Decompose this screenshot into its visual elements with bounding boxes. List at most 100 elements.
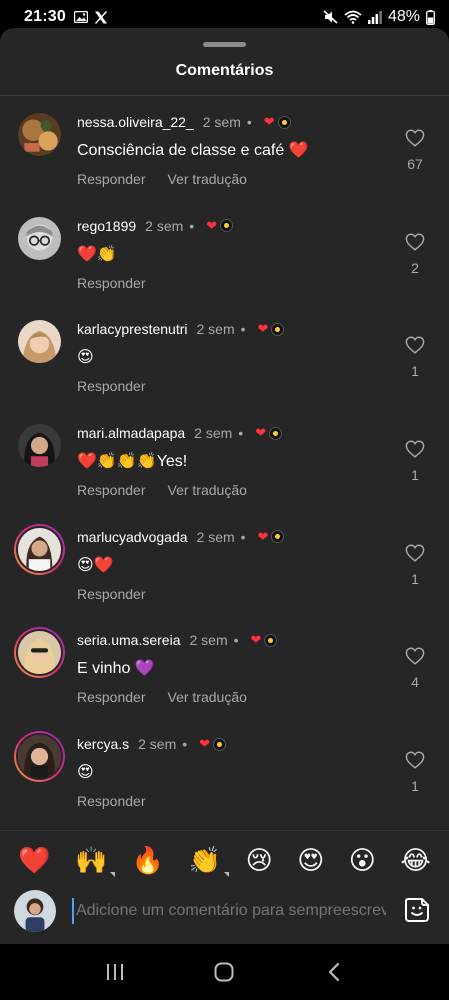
reply-button[interactable]: Responder [77,793,146,809]
comment-time: 2 sem [196,528,235,545]
reaction-heart[interactable]: ❤️ [18,847,50,873]
status-time: 21:30 [24,8,66,25]
avatar-story-ring[interactable] [14,523,65,575]
like-button[interactable]: 1 [403,544,427,587]
wifi-icon [344,10,362,24]
author-avatar-icon [277,115,291,129]
like-button[interactable]: 2 [403,233,427,276]
like-count: 1 [411,467,419,484]
heart-filled-icon: ❤ [263,114,275,129]
author-avatar-icon [271,530,285,544]
comment-username[interactable]: nessa.oliveira_22_ [77,114,194,130]
heart-outline-icon [405,129,425,147]
avatar[interactable] [18,113,61,156]
separator-dot: • [233,632,239,649]
comment-time: 2 sem [202,114,241,130]
liked-by-author: ❤ [264,114,291,130]
heart-filled-icon: ❤ [257,321,269,337]
avatar[interactable] [18,320,61,364]
like-count: 67 [407,156,423,172]
author-avatar-icon [271,322,285,336]
reaction-fire[interactable]: 🔥 [132,847,164,873]
sticker-icon[interactable] [403,896,431,924]
system-navigation-bar [0,944,449,1000]
mute-icon [323,10,338,24]
reaction-laughing[interactable]: 😂 [400,847,430,873]
like-count: 4 [411,674,419,691]
like-count: 1 [411,570,419,587]
liked-by-author: ❤ [199,736,227,752]
comment-item: mari.almadapapa 2 sem • ❤ ❤️👏👏👏Yes! Resp… [0,407,449,511]
author-avatar-icon [264,633,278,647]
x-icon [94,10,108,24]
heart-filled-icon: ❤ [199,736,211,752]
comment-username[interactable]: karlacyprestenutri [77,321,188,337]
reply-button[interactable]: Responder [77,586,146,602]
author-avatar-icon [213,737,227,751]
recent-apps-icon[interactable] [95,952,135,992]
avatar[interactable] [18,424,61,468]
comment-text: Consciência de classe e café ❤️ [77,142,309,159]
reply-button[interactable]: Responder [77,171,146,187]
author-avatar-icon [220,219,234,233]
home-icon[interactable] [204,952,244,992]
comment-input[interactable] [72,898,386,924]
like-count: 1 [411,778,419,795]
see-translation-button[interactable]: Ver tradução [168,482,247,498]
heart-outline-icon [405,233,425,251]
avatar[interactable] [18,216,61,260]
liked-by-author: ❤ [255,425,283,441]
comment-username[interactable]: rego1899 [77,218,136,234]
comments-sheet: Comentários nessa.oliveira_22_ 2 sem • ❤… [0,28,449,944]
like-button[interactable]: 4 [403,647,427,690]
sheet-grabber[interactable] [203,42,246,47]
comment-text: E vinho 💜 [77,660,155,678]
comment-username[interactable]: kercya.s [77,736,129,752]
heart-outline-icon [405,336,425,355]
reply-button[interactable]: Responder [77,482,146,498]
author-avatar-icon [269,426,283,440]
liked-by-author: ❤ [258,529,285,545]
heart-outline-icon [405,544,425,562]
reply-button[interactable]: Responder [77,689,146,705]
comment-text: ❤️👏👏👏Yes! [77,453,188,471]
separator-dot: • [240,321,246,338]
see-translation-button[interactable]: Ver tradução [168,171,247,187]
heart-filled-icon: ❤ [206,217,218,233]
reply-button[interactable]: Responder [77,378,146,394]
avatar-story-ring[interactable] [14,627,65,679]
signal-icon [367,10,382,24]
battery-icon [426,9,435,25]
heart-outline-icon [405,647,425,666]
separator-dot: • [238,425,244,442]
reaction-surprised[interactable]: 😮 [349,847,376,873]
comment-list[interactable]: nessa.oliveira_22_ 2 sem • ❤ Consciência… [0,96,449,822]
comment-username[interactable]: mari.almadapapa [77,425,185,441]
battery-percent: 48% [387,8,420,25]
separator-dot: • [189,217,195,234]
comment-item: seria.uma.sereia 2 sem • ❤ E vinho 💜 Res… [0,614,449,718]
comment-username[interactable]: marlucyadvogada [77,529,188,545]
like-button[interactable]: 1 [403,440,427,483]
reply-button[interactable]: Responder [77,275,146,291]
see-translation-button[interactable]: Ver tradução [168,689,247,705]
like-button[interactable]: 1 [403,336,427,379]
comment-username[interactable]: seria.uma.sereia [77,632,181,648]
liked-by-author: ❤ [206,217,234,234]
back-icon[interactable] [314,952,354,992]
skin-tone-indicator-icon [110,871,116,877]
avatar-story-ring[interactable] [14,731,65,783]
reaction-raised-hands[interactable]: 🙌 [75,847,116,877]
heart-filled-icon: ❤ [255,425,267,441]
like-button[interactable]: 67 [403,129,427,172]
comment-item: karlacyprestenutri 2 sem • ❤ 😍 Responder… [0,303,449,407]
comment-text: 😍 [77,764,94,782]
reaction-heart-eyes[interactable]: 😍 [297,847,324,873]
comment-text: 😍 [77,349,94,367]
reaction-clap[interactable]: 👏 [189,847,230,877]
reaction-crying[interactable]: 😢 [246,847,273,873]
comment-time: 2 sem [189,632,228,649]
heart-outline-icon [405,440,425,458]
like-button[interactable]: 1 [403,751,427,794]
separator-dot: • [240,528,246,545]
